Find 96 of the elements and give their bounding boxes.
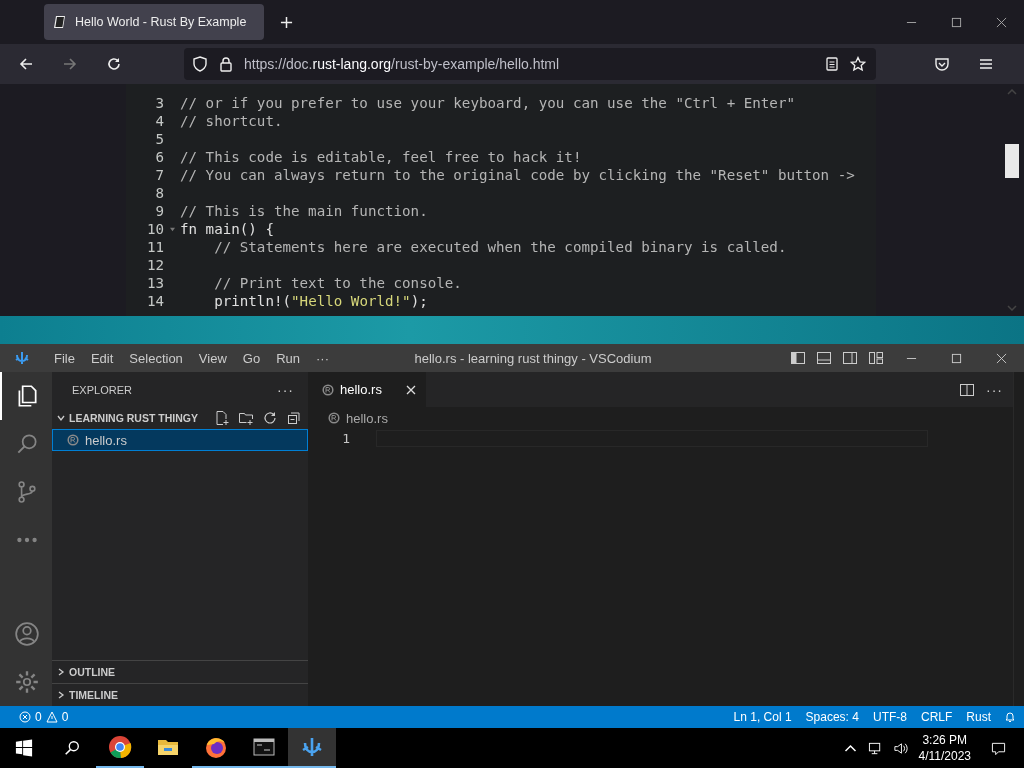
code-line: // You can always return to the original code by clicking the "Reset" button -> (180, 166, 855, 184)
reload-icon[interactable] (106, 56, 122, 72)
code-line: println!("Hello World!"); (213, 292, 428, 310)
book-icon (52, 14, 68, 30)
refresh-icon[interactable] (262, 410, 278, 426)
chevron-icon (56, 690, 66, 700)
line-number: 6 (154, 148, 164, 166)
star-icon[interactable] (850, 56, 866, 72)
shield-icon (192, 56, 208, 72)
line-number: 10 (145, 220, 164, 238)
fold-arrow-icon[interactable] (169, 226, 175, 232)
split-editor-icon[interactable] (959, 381, 975, 398)
reader-view-icon[interactable] (824, 56, 840, 72)
line-number: 4 (154, 112, 164, 130)
maximize-icon[interactable] (951, 352, 962, 364)
network-icon[interactable] (867, 740, 883, 756)
editor-tab[interactable]: hello.rs (308, 372, 426, 407)
settings-icon[interactable] (14, 669, 40, 695)
menu-icon[interactable] (978, 56, 994, 72)
back-icon[interactable] (18, 56, 34, 72)
status-item[interactable]: Ln 1, Col 1 (726, 710, 799, 724)
sidebar-title: EXPLORER (72, 383, 132, 396)
line-number: 13 (145, 274, 164, 292)
code-line: // or if you prefer to use your keyboard, you can use the "Ctrl + Enter" (180, 94, 795, 112)
menu-item[interactable]: Go (234, 350, 269, 366)
status-item[interactable]: Spaces: 4 (798, 710, 866, 724)
warning-icon (45, 711, 58, 723)
panel-header[interactable]: OUTLINE (52, 660, 308, 683)
terminal-icon[interactable] (252, 735, 276, 759)
breadcrumb[interactable]: hello.rs (308, 407, 1013, 429)
start-icon[interactable] (15, 739, 33, 757)
line-number: 8 (154, 184, 164, 202)
lock-icon (218, 56, 234, 72)
browser-tab[interactable]: Hello World - Rust By Example (44, 4, 264, 40)
grid-layout-icon[interactable] (868, 350, 884, 366)
line-number: 12 (145, 256, 164, 274)
chevron-icon (56, 413, 66, 423)
code-line: // Statements here are executed when the compiled binary is called. (213, 238, 787, 256)
bell-icon[interactable] (1004, 711, 1016, 723)
close-icon[interactable] (996, 352, 1007, 364)
rust-file-icon (67, 434, 79, 446)
code-line: // This is the main function. (180, 202, 428, 220)
new-file-icon[interactable] (214, 410, 230, 426)
line-number: 3 (154, 94, 164, 112)
pocket-icon[interactable] (934, 56, 950, 72)
code-line: // Print text to the console. (213, 274, 462, 292)
line-number: 9 (154, 202, 164, 220)
menu-item[interactable]: Selection (121, 350, 191, 366)
panel-layout-icon[interactable] (816, 350, 832, 366)
split-layout-icon[interactable] (842, 350, 858, 366)
menu-item[interactable]: ··· (308, 350, 337, 366)
more-actions-button[interactable]: ··· (986, 381, 1003, 398)
code-line: // shortcut. (180, 112, 283, 130)
rust-file-icon (328, 412, 340, 424)
line-number: 1 (341, 431, 350, 446)
fox-globe-icon[interactable] (204, 735, 228, 759)
account-icon[interactable] (14, 621, 40, 647)
status-item[interactable]: CRLF (913, 710, 960, 724)
clock-time[interactable]: 3:26 PM (922, 732, 968, 748)
new-tab-icon[interactable] (280, 15, 293, 29)
code-line: fn main() { (180, 220, 274, 238)
error-icon (19, 711, 31, 723)
close-icon[interactable] (996, 16, 1007, 28)
search-icon[interactable] (63, 739, 81, 757)
clock-date[interactable]: 4/11/2023 (918, 748, 971, 764)
menu-item[interactable]: View (190, 350, 235, 366)
explorer-entry[interactable]: hello.rs (52, 429, 308, 451)
line-number: 7 (154, 166, 164, 184)
menu-item[interactable]: Run (268, 350, 308, 366)
volume-icon[interactable] (892, 740, 908, 756)
problems-status[interactable]: 0 0 (12, 710, 76, 724)
folder-header[interactable]: LEARNING RUST THINGY (52, 407, 308, 429)
menu-item[interactable]: File (46, 350, 83, 366)
line-number: 5 (154, 130, 164, 148)
collapse-all-icon[interactable] (286, 410, 302, 426)
more-actions-button[interactable]: ··· (277, 381, 294, 398)
window-title: hello.rs - learning rust thingy - VSCodium (414, 350, 652, 366)
app-logo-icon[interactable] (300, 735, 324, 759)
browser-round-icon[interactable] (108, 735, 132, 759)
new-folder-icon[interactable] (238, 410, 254, 426)
status-item[interactable]: Rust (959, 710, 998, 724)
notification-icon[interactable] (991, 740, 1006, 756)
maximize-icon[interactable] (951, 16, 962, 28)
sidebar-layout-icon[interactable] (790, 350, 806, 366)
code-line: // This code is editable, feel free to hack it! (180, 148, 582, 166)
line-number: 11 (145, 238, 164, 256)
status-item[interactable]: UTF-8 (865, 710, 914, 724)
app-logo-icon (14, 350, 30, 366)
address-bar[interactable]: https://doc.rust-lang.org/rust-by-example/hello.html (184, 48, 876, 80)
url-text: https://doc.rust-lang.org/rust-by-example/hello.html (244, 56, 560, 72)
forward-icon[interactable] (62, 56, 78, 72)
line-number: 14 (145, 292, 164, 310)
rust-file-icon (322, 383, 334, 396)
chevron-icon (56, 667, 66, 677)
scrollbar-thumb[interactable] (1005, 144, 1019, 178)
menu-item[interactable]: Edit (82, 350, 122, 366)
